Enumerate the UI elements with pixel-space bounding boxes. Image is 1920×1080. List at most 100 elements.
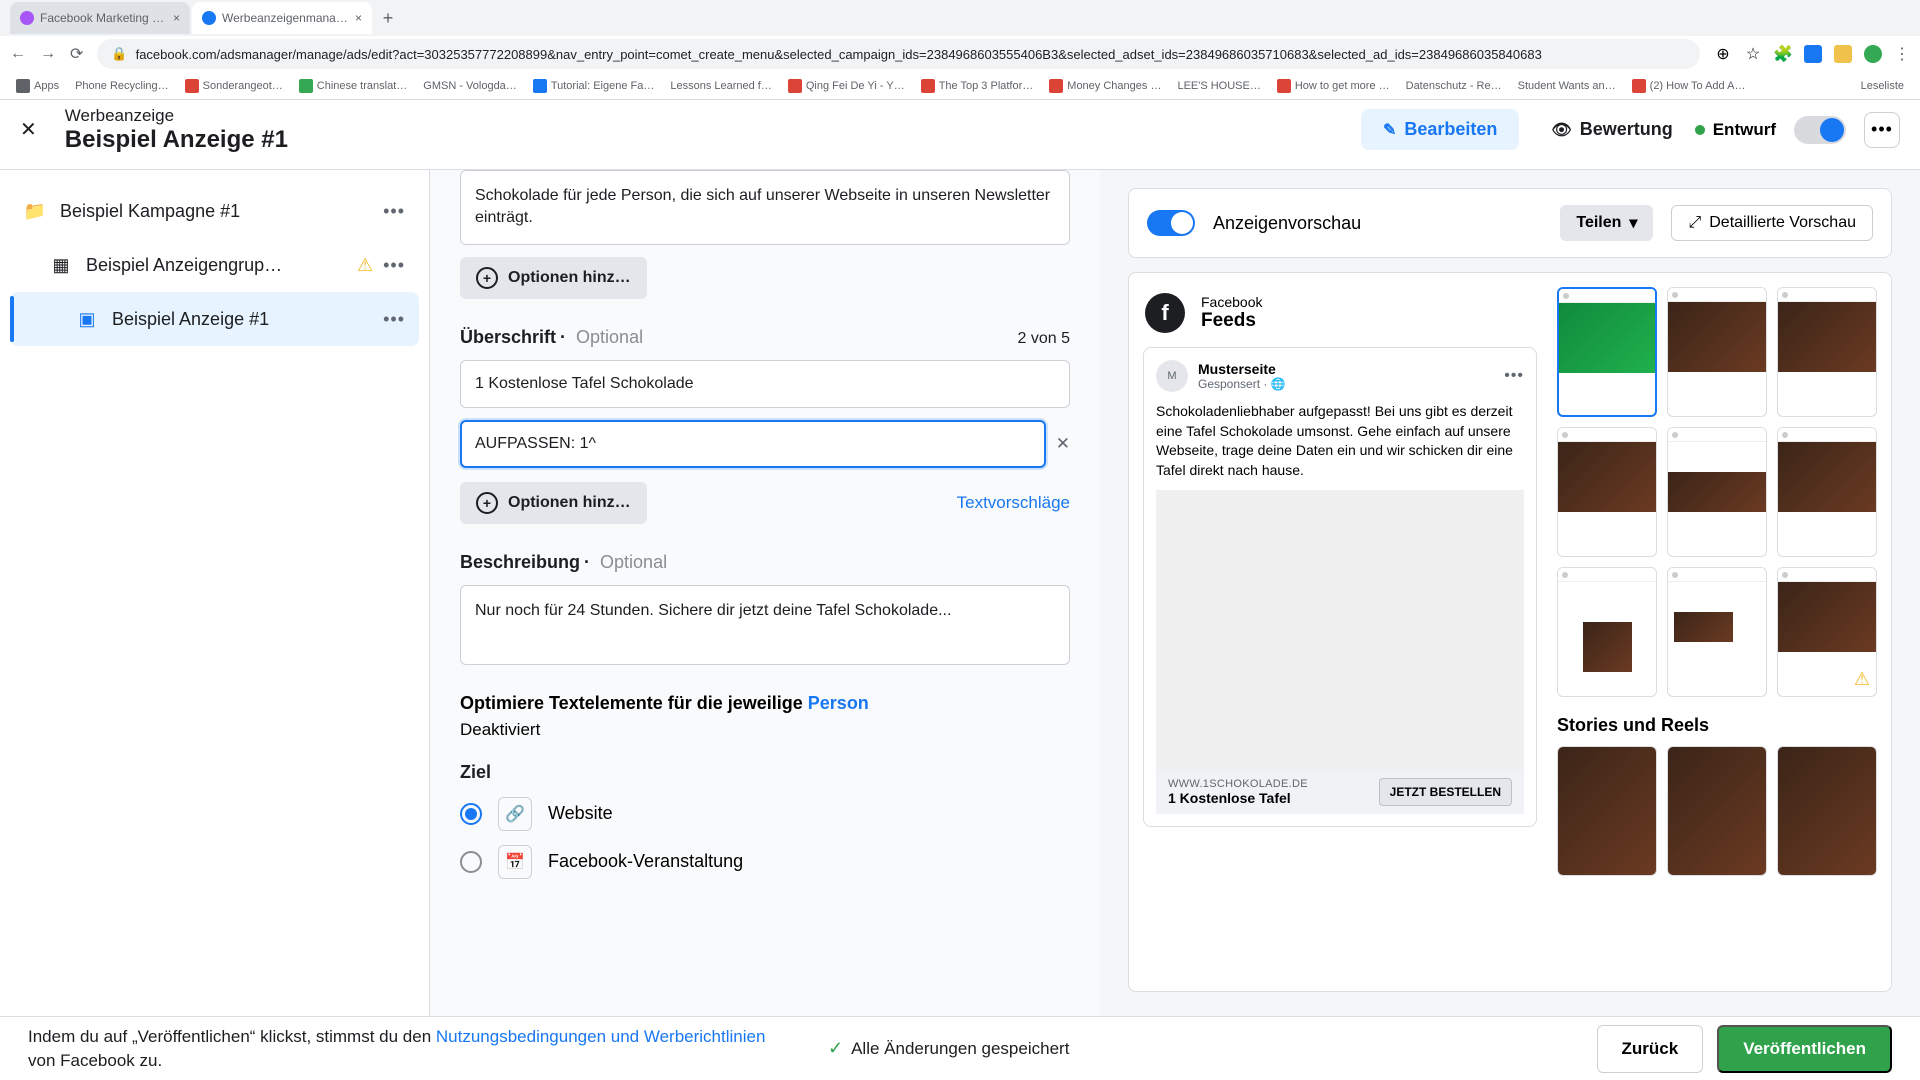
- entity-type: Werbeanzeige: [65, 106, 1081, 126]
- destination-label: Ziel: [460, 762, 1070, 783]
- feed-preview: f Facebook Feeds M Musterseite Gesponser…: [1143, 287, 1537, 977]
- primary-text-input[interactable]: Schokolade für jede Person, die sich auf…: [460, 170, 1070, 245]
- tab-review[interactable]: 👁 Bewertung: [1529, 109, 1694, 150]
- tab-favicon: [202, 11, 216, 25]
- destination-website-radio[interactable]: 🔗 Website: [460, 797, 1070, 831]
- close-icon[interactable]: ×: [173, 11, 180, 25]
- bookmark[interactable]: Tutorial: Eigene Fa…: [527, 77, 661, 95]
- more-button[interactable]: •••: [1864, 112, 1900, 148]
- placement-thumb[interactable]: [1667, 567, 1767, 697]
- pencil-icon: ✎: [1383, 120, 1396, 140]
- placement-thumb[interactable]: [1557, 567, 1657, 697]
- profile-icon[interactable]: [1864, 45, 1882, 63]
- bookmark[interactable]: LEE'S HOUSE…: [1171, 78, 1266, 94]
- more-icon[interactable]: •••: [383, 309, 405, 330]
- button-label: Detaillierte Vorschau: [1709, 214, 1856, 232]
- fb-pixel-icon[interactable]: [1804, 45, 1822, 63]
- star-icon[interactable]: ☆: [1744, 45, 1762, 63]
- bookmark[interactable]: Student Wants an…: [1512, 78, 1622, 94]
- preview-toggle[interactable]: [1147, 210, 1195, 236]
- bookmark[interactable]: Datenschutz - Re…: [1400, 78, 1508, 94]
- share-button[interactable]: Teilen ▾: [1560, 205, 1653, 241]
- bookmark[interactable]: Chinese translat…: [293, 77, 414, 95]
- placement-thumb[interactable]: [1557, 746, 1657, 876]
- bookmark[interactable]: Lessons Learned f…: [664, 78, 778, 94]
- tree-label: Beispiel Kampagne #1: [60, 201, 240, 222]
- ext-icon[interactable]: [1834, 45, 1852, 63]
- browser-tab[interactable]: Werbeanzeigenmanager - We… ×: [192, 2, 372, 34]
- menu-icon[interactable]: ⋮: [1894, 44, 1910, 64]
- tree-label: Beispiel Anzeige #1: [112, 309, 269, 330]
- person-link[interactable]: Person: [808, 693, 869, 713]
- reading-list[interactable]: Leseliste: [1855, 78, 1910, 94]
- publish-button[interactable]: Veröffentlichen: [1717, 1025, 1892, 1073]
- placement-thumb[interactable]: [1667, 746, 1767, 876]
- bookmark[interactable]: The Top 3 Platfor…: [915, 77, 1040, 95]
- tab-title: Werbeanzeigenmanager - We…: [222, 11, 349, 25]
- headline-input-2[interactable]: AUFPASSEN: 1^: [460, 420, 1046, 468]
- bookmark[interactable]: Phone Recycling…: [69, 78, 175, 94]
- placement-thumb[interactable]: [1777, 427, 1877, 557]
- placement-thumb[interactable]: [1777, 287, 1877, 417]
- browser-tab[interactable]: Facebook Marketing & Werbe… ×: [10, 2, 190, 34]
- placement-thumb[interactable]: [1557, 287, 1657, 417]
- optimize-text-label: Optimiere Textelemente für die jeweilige…: [460, 693, 1070, 714]
- new-tab-button[interactable]: +: [374, 4, 402, 32]
- terms-link[interactable]: Nutzungsbedingungen und Werberichtlinien: [436, 1027, 766, 1046]
- url-input[interactable]: 🔒 facebook.com/adsmanager/manage/ads/edi…: [97, 39, 1700, 69]
- radio-icon: [460, 851, 482, 873]
- plus-icon: +: [476, 492, 498, 514]
- tree-campaign[interactable]: 📁 Beispiel Kampagne #1 •••: [10, 184, 419, 238]
- header-right: Entwurf •••: [1695, 112, 1900, 148]
- bookmark[interactable]: Money Changes …: [1043, 77, 1167, 95]
- calendar-icon: 📅: [498, 845, 532, 879]
- placement-thumb[interactable]: ⚠: [1777, 567, 1877, 697]
- post-more-icon[interactable]: •••: [1504, 367, 1524, 385]
- destination-fbevent-radio[interactable]: 📅 Facebook-Veranstaltung: [460, 845, 1070, 879]
- text-suggestions-link[interactable]: Textvorschläge: [957, 493, 1070, 513]
- detailed-preview-button[interactable]: ⤢ Detaillierte Vorschau: [1671, 205, 1873, 241]
- header-titles: Werbeanzeige Beispiel Anzeige #1: [65, 106, 1081, 154]
- add-option-button[interactable]: + Optionen hinz…: [460, 257, 647, 299]
- placement-thumb[interactable]: [1667, 427, 1767, 557]
- headline-input-1[interactable]: 1 Kostenlose Tafel Schokolade: [460, 360, 1070, 408]
- zoom-icon[interactable]: ⊕: [1714, 45, 1732, 63]
- bookmark[interactable]: How to get more …: [1271, 77, 1396, 95]
- cta-button[interactable]: JETZT BESTELLEN: [1379, 778, 1512, 806]
- bookmark[interactable]: Apps: [10, 77, 65, 95]
- forward-icon[interactable]: →: [40, 45, 56, 63]
- publish-toggle[interactable]: [1794, 116, 1846, 144]
- more-icon[interactable]: •••: [383, 255, 405, 276]
- close-icon[interactable]: ×: [355, 11, 362, 25]
- post-footer: WWW.1SCHOKOLADE.DE 1 Kostenlose Tafel JE…: [1156, 770, 1524, 814]
- delete-headline-button[interactable]: ✕: [1056, 434, 1070, 454]
- placement-thumb[interactable]: [1777, 746, 1877, 876]
- preview-panel: Anzeigenvorschau Teilen ▾ ⤢ Detaillierte…: [1100, 170, 1920, 1016]
- ad-icon: ▣: [76, 308, 98, 330]
- tree-ad[interactable]: ▣ Beispiel Anzeige #1 •••: [10, 292, 419, 346]
- bookmark[interactable]: (2) How To Add A…: [1626, 77, 1752, 95]
- post-url: WWW.1SCHOKOLADE.DE: [1168, 778, 1308, 790]
- structure-sidebar: 📁 Beispiel Kampagne #1 ••• ▦ Beispiel An…: [0, 170, 430, 1016]
- back-icon[interactable]: ←: [10, 45, 26, 63]
- add-option-button[interactable]: + Optionen hinz…: [460, 482, 647, 524]
- bookmark[interactable]: Qing Fei De Yi - Y…: [782, 77, 911, 95]
- reload-icon[interactable]: ⟳: [70, 44, 83, 64]
- tree-adset[interactable]: ▦ Beispiel Anzeigengrup… ⚠ •••: [10, 238, 419, 292]
- tab-favicon: [20, 11, 34, 25]
- back-button[interactable]: Zurück: [1597, 1025, 1704, 1073]
- bookmark[interactable]: Sonderangeot…: [179, 77, 289, 95]
- status-text: Entwurf: [1713, 120, 1776, 140]
- placement-thumb[interactable]: [1667, 287, 1767, 417]
- bookmark[interactable]: GMSN - Vologda…: [417, 78, 523, 94]
- extension-icon[interactable]: 🧩: [1774, 45, 1792, 63]
- description-input[interactable]: Nur noch für 24 Stunden. Sichere dir jet…: [460, 585, 1070, 665]
- optional-tag: Optional: [576, 327, 643, 348]
- more-icon[interactable]: •••: [383, 201, 405, 222]
- placement-thumb[interactable]: [1557, 427, 1657, 557]
- app-header: ✕ Werbeanzeige Beispiel Anzeige #1 ✎ Bea…: [0, 90, 1920, 170]
- tab-edit[interactable]: ✎ Bearbeiten: [1361, 109, 1519, 150]
- workspace: 📁 Beispiel Kampagne #1 ••• ▦ Beispiel An…: [0, 170, 1920, 1016]
- warning-icon: ⚠: [357, 255, 373, 276]
- close-editor-button[interactable]: ✕: [20, 117, 37, 142]
